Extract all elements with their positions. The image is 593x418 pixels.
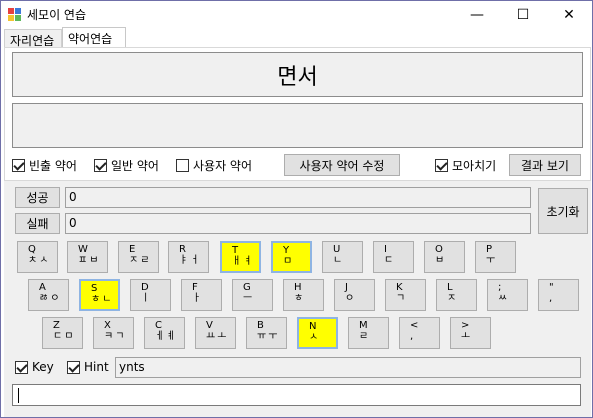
show-result-button[interactable]: 결과 보기 [509, 154, 581, 176]
fail-count: 0 [65, 213, 531, 234]
key-u: Uㄴ [322, 241, 363, 273]
key-period: > ㅗ [450, 317, 491, 349]
key-p: Pㅜ [475, 241, 516, 273]
app-window: 세모이 연습 — ☐ ✕ 자리연습 약어연습 면서 빈출 약어 일반 약어 사용… [0, 0, 593, 418]
tab-abbreviation-practice[interactable]: 약어연습 [62, 27, 126, 48]
checkbox-box [176, 158, 189, 172]
key-r: R ㅑㅓ [168, 241, 209, 273]
key-semicolon: ; ㅆ [487, 279, 528, 311]
user-abbr-checkbox[interactable]: 사용자 약어 [176, 157, 252, 173]
key-b: B ㅠㅜ [246, 317, 287, 349]
key-j: Jㅇ [334, 279, 375, 311]
key-l: Lㅈ [436, 279, 477, 311]
text-caret [18, 388, 19, 403]
key-f: Fㅏ [181, 279, 222, 311]
key-i: Iㄷ [373, 241, 414, 273]
key-g: Gㅡ [232, 279, 273, 311]
checkbox-box [67, 360, 80, 374]
success-label: 성공 [15, 187, 60, 208]
key-a: A ㅀㅇ [28, 279, 69, 311]
close-button[interactable]: ✕ [546, 1, 592, 29]
key-comma: <, [399, 317, 440, 349]
frequent-abbr-checkbox[interactable]: 빈출 약어 [12, 157, 77, 173]
hint-checkbox[interactable]: Hint [67, 359, 109, 375]
key-z: Z ㄷㅁ [42, 317, 83, 349]
fail-label: 실패 [15, 213, 60, 234]
key-h: Hㅎ [283, 279, 324, 311]
key-d: Dㅣ [130, 279, 171, 311]
app-icon [8, 8, 22, 22]
checkbox-box [94, 158, 107, 172]
maximize-button[interactable]: ☐ [500, 1, 546, 29]
key-k: Kㄱ [385, 279, 426, 311]
hint-keys-field: ynts [115, 357, 581, 378]
reset-button[interactable]: 초기화 [538, 188, 588, 234]
key-quote: ", [538, 279, 579, 311]
checkbox-box [15, 360, 28, 374]
success-count: 0 [65, 187, 531, 208]
key-c: C ㅔㅖ [144, 317, 185, 349]
key-s: S ㅎㄴ [79, 279, 120, 311]
hint-display [12, 103, 583, 148]
key-x: X ㅋㄱ [93, 317, 134, 349]
edit-user-abbr-button[interactable]: 사용자 약어 수정 [284, 154, 400, 176]
general-abbr-checkbox[interactable]: 일반 약어 [94, 157, 159, 173]
key-v: V ㅛㅗ [195, 317, 236, 349]
key-w: W ㅍㅂ [67, 241, 108, 273]
title-bar: 세모이 연습 — ☐ ✕ [1, 1, 592, 29]
key-m: Mㄹ [348, 317, 389, 349]
key-checkbox[interactable]: Key [15, 359, 54, 375]
key-q: Q ㅊㅅ [17, 241, 58, 273]
typing-input[interactable] [12, 384, 581, 406]
checkbox-box [435, 158, 448, 172]
checkbox-box [12, 158, 25, 172]
key-t: T ㅐㅕ [220, 241, 261, 273]
key-o: Oㅂ [424, 241, 465, 273]
window-title: 세모이 연습 [27, 8, 87, 22]
moa-checkbox[interactable]: 모아치기 [435, 157, 496, 173]
current-word: 면서 [12, 52, 583, 97]
tab-position-practice[interactable]: 자리연습 [4, 29, 62, 48]
key-n: Nㅅ [297, 317, 338, 349]
minimize-button[interactable]: — [454, 1, 500, 29]
key-y: Yㅁ [271, 241, 312, 273]
key-e: E ㅈㄹ [118, 241, 159, 273]
